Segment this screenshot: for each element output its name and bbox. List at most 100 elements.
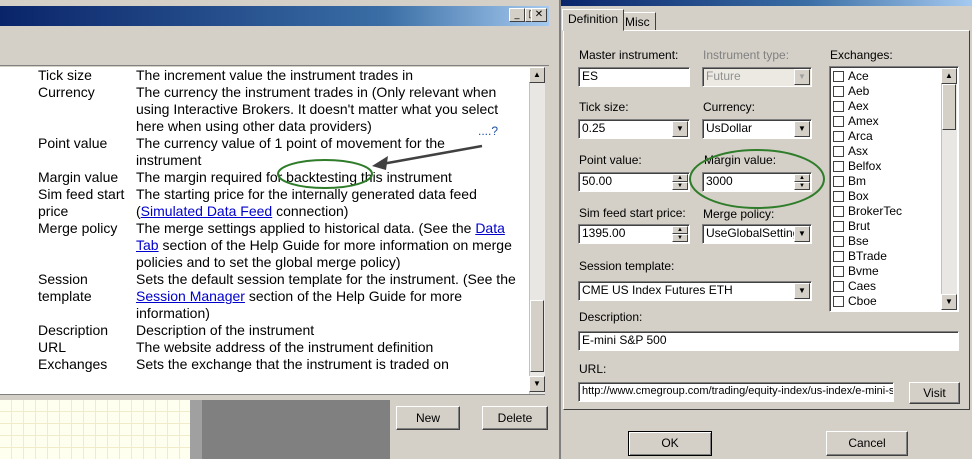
- scroll-down-arrow-icon[interactable]: ▼: [529, 376, 545, 392]
- checkbox-icon[interactable]: [833, 71, 844, 82]
- exchanges-list[interactable]: Ace Aeb Aex Amex Arca Asx Belfox Bm Box …: [829, 66, 959, 312]
- help-term: URL: [38, 339, 67, 355]
- tab-definition[interactable]: Definition: [562, 9, 625, 31]
- exchange-item[interactable]: Bse: [833, 234, 869, 249]
- checkbox-icon[interactable]: [833, 281, 844, 292]
- chart-grid-area: [0, 400, 190, 459]
- help-term: Tick size: [38, 67, 92, 83]
- point-value-stepper[interactable]: 50.00 ▲ ▼: [578, 172, 690, 192]
- checkbox-icon[interactable]: [833, 266, 844, 277]
- cancel-button[interactable]: Cancel: [826, 431, 908, 456]
- instrument-type-label: Instrument type:: [703, 48, 790, 62]
- checkbox-icon[interactable]: [833, 191, 844, 202]
- checkbox-icon[interactable]: [833, 146, 844, 157]
- splitter-strip: [190, 400, 202, 459]
- url-input[interactable]: http://www.cmegroup.com/trading/equity-i…: [578, 382, 894, 402]
- ok-button[interactable]: OK: [628, 431, 712, 456]
- master-instrument-input[interactable]: ES: [578, 67, 690, 87]
- scrollbar-thumb[interactable]: [942, 84, 956, 130]
- checkbox-icon[interactable]: [833, 116, 844, 127]
- instrument-type-select: Future ▼: [702, 67, 812, 87]
- description-input[interactable]: E-mini S&P 500: [578, 331, 959, 351]
- exchange-item[interactable]: Bm: [833, 174, 866, 189]
- exchange-item[interactable]: BTrade: [833, 249, 887, 264]
- chevron-down-icon[interactable]: ▼: [794, 121, 810, 137]
- help-desc: Sets the default session template for th…: [136, 271, 516, 321]
- help-window-titlebar: [0, 6, 549, 26]
- close-button[interactable]: ✕: [531, 8, 547, 22]
- help-desc: The currency value of 1 point of movemen…: [136, 135, 445, 168]
- annotation-question-text: ....?: [478, 124, 499, 138]
- sim-feed-start-price-stepper[interactable]: 1395.00 ▲ ▼: [578, 224, 690, 244]
- session-template-label: Session template:: [579, 259, 675, 273]
- tab-misc[interactable]: Misc: [619, 12, 656, 31]
- scroll-up-arrow-icon[interactable]: ▲: [941, 68, 957, 84]
- exchange-item[interactable]: Amex: [833, 114, 879, 129]
- exchanges-label: Exchanges:: [830, 48, 893, 62]
- exchange-item[interactable]: Ace: [833, 69, 869, 84]
- spinner-arrows-icon[interactable]: ▲ ▼: [672, 226, 688, 242]
- help-desc: The starting price for the internally ge…: [136, 186, 477, 219]
- checkbox-icon[interactable]: [833, 206, 844, 217]
- instrument-editor-titlebar: [561, 0, 972, 6]
- help-term: Description: [38, 322, 109, 338]
- chevron-down-icon: ▼: [794, 69, 810, 85]
- exchange-item[interactable]: Asx: [833, 144, 868, 159]
- delete-button[interactable]: Delete: [482, 406, 548, 430]
- exchange-item[interactable]: Cboe: [833, 294, 877, 309]
- help-content: Tick size The increment value the instru…: [0, 67, 529, 394]
- exchange-item[interactable]: Arca: [833, 129, 873, 144]
- exchange-item[interactable]: Bvme: [833, 264, 879, 279]
- merge-policy-select[interactable]: UseGlobalSettings ▼: [702, 224, 812, 244]
- help-desc: The currency the instrument trades in (O…: [136, 84, 499, 134]
- checkbox-icon[interactable]: [833, 176, 844, 187]
- url-label: URL:: [579, 362, 607, 376]
- checkbox-icon[interactable]: [833, 161, 844, 172]
- minimize-button[interactable]: _: [509, 8, 525, 22]
- exchange-item[interactable]: Belfox: [833, 159, 881, 174]
- currency-select[interactable]: UsDollar ▼: [702, 119, 812, 139]
- margin-value-label: Margin value:: [704, 153, 777, 167]
- exchange-item[interactable]: Aex: [833, 99, 869, 114]
- visit-button[interactable]: Visit: [909, 382, 960, 404]
- help-term: Currency: [38, 84, 95, 100]
- tick-size-select[interactable]: 0.25 ▼: [578, 119, 690, 139]
- currency-label: Currency:: [703, 100, 756, 114]
- checkbox-icon[interactable]: [833, 296, 844, 307]
- scroll-down-arrow-icon[interactable]: ▼: [941, 294, 957, 310]
- margin-value-stepper[interactable]: 3000 ▲ ▼: [702, 172, 812, 192]
- spinner-arrows-icon[interactable]: ▲ ▼: [672, 174, 688, 190]
- scrollbar-thumb[interactable]: [530, 300, 544, 372]
- checkbox-icon[interactable]: [833, 131, 844, 142]
- exchange-item[interactable]: Caes: [833, 279, 876, 294]
- description-label: Description:: [579, 310, 643, 324]
- exchange-item[interactable]: Aeb: [833, 84, 869, 99]
- exchange-item[interactable]: Box: [833, 189, 869, 204]
- checkbox-icon[interactable]: [833, 86, 844, 97]
- master-instrument-label: Master instrument:: [579, 48, 679, 62]
- help-desc: The increment value the instrument trade…: [136, 67, 414, 83]
- checkbox-icon[interactable]: [833, 236, 844, 247]
- help-term: Session template: [38, 271, 92, 304]
- exchange-item[interactable]: BrokerTec: [833, 204, 902, 219]
- help-term: Sim feed start price: [38, 186, 125, 219]
- chevron-down-icon[interactable]: ▼: [794, 283, 810, 299]
- spinner-arrows-icon[interactable]: ▲ ▼: [794, 174, 810, 190]
- scroll-up-arrow-icon[interactable]: ▲: [529, 67, 545, 83]
- tick-size-label: Tick size:: [579, 100, 629, 114]
- help-term: Exchanges: [38, 356, 108, 372]
- session-manager-link[interactable]: Session Manager: [136, 288, 245, 304]
- simulated-data-feed-link[interactable]: Simulated Data Feed: [141, 203, 273, 219]
- session-template-select[interactable]: CME US Index Futures ETH ▼: [578, 281, 812, 301]
- point-value-label: Point value:: [579, 153, 642, 167]
- chevron-down-icon[interactable]: ▼: [794, 226, 810, 242]
- checkbox-icon[interactable]: [833, 221, 844, 232]
- help-toolbar: [0, 28, 549, 66]
- checkbox-icon[interactable]: [833, 251, 844, 262]
- chevron-down-icon[interactable]: ▼: [672, 121, 688, 137]
- help-desc: Sets the exchange that the instrument is…: [136, 356, 449, 372]
- exchange-item[interactable]: Brut: [833, 219, 870, 234]
- checkbox-icon[interactable]: [833, 101, 844, 112]
- merge-policy-label: Merge policy:: [703, 207, 775, 221]
- new-button[interactable]: New: [396, 406, 460, 430]
